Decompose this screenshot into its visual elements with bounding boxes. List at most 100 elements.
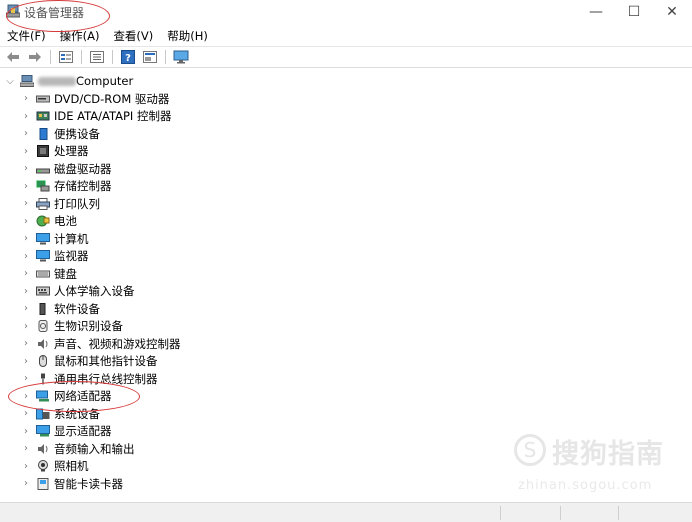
tree-item[interactable]: › 磁盘驱动器: [20, 160, 112, 178]
tree-item-label: 软件设备: [54, 301, 100, 316]
chevron-right-icon[interactable]: ›: [20, 128, 32, 139]
chevron-right-icon[interactable]: ›: [20, 461, 32, 472]
computer-icon: [36, 232, 50, 245]
watermark-logo: S: [514, 434, 546, 466]
tree-item[interactable]: › 打印队列: [20, 195, 100, 213]
close-button[interactable]: ✕: [650, 0, 692, 24]
tree-item-label: 声音、视频和游戏控制器: [54, 336, 181, 351]
tree-item-label: 便携设备: [54, 126, 100, 141]
software-device-icon: [36, 302, 50, 315]
tree-item-label: 键盘: [54, 266, 77, 281]
tree-item-label: 照相机: [54, 459, 89, 474]
hid-icon: [36, 285, 50, 297]
tree-item[interactable]: › 鼠标和其他指针设备: [20, 353, 158, 371]
chevron-right-icon[interactable]: ›: [20, 181, 32, 192]
menu-bar: 文件(F) 操作(A) 查看(V) 帮助(H): [0, 26, 692, 46]
chevron-right-icon[interactable]: ›: [20, 478, 32, 489]
chevron-right-icon[interactable]: ›: [20, 146, 32, 157]
status-bar: [0, 502, 692, 522]
monitor-icon[interactable]: [172, 49, 190, 65]
tree-item[interactable]: › 便携设备: [20, 125, 100, 143]
status-divider: [618, 506, 619, 520]
chevron-right-icon[interactable]: ›: [20, 268, 32, 279]
tree-root[interactable]: ⌵ Computer: [4, 72, 133, 90]
tree-item-label: 磁盘驱动器: [54, 161, 112, 176]
chevron-right-icon[interactable]: ›: [20, 93, 32, 104]
tree-item-label: IDE ATA/ATAPI 控制器: [54, 109, 172, 124]
tree-item[interactable]: › 处理器: [20, 143, 89, 161]
tree-item[interactable]: › 计算机: [20, 230, 89, 248]
tree-item-label: 音频输入和输出: [54, 441, 135, 456]
chevron-right-icon[interactable]: ›: [20, 373, 32, 384]
toolbar-separator: [50, 50, 51, 64]
tree-item-label: DVD/CD-ROM 驱动器: [54, 91, 170, 106]
camera-icon: [36, 460, 50, 472]
chevron-right-icon[interactable]: ›: [20, 426, 32, 437]
storage-controller-icon: [36, 180, 50, 192]
menu-help[interactable]: 帮助(H): [160, 26, 215, 46]
chevron-right-icon[interactable]: ›: [20, 338, 32, 349]
tree-item[interactable]: › 电池: [20, 213, 77, 231]
tree-item[interactable]: › 键盘: [20, 265, 77, 283]
network-adapter-annotation-circle: [8, 381, 140, 412]
speaker-icon: [36, 338, 50, 350]
chevron-right-icon[interactable]: ›: [20, 111, 32, 122]
chevron-right-icon[interactable]: ›: [20, 286, 32, 297]
list-view-icon[interactable]: [88, 49, 106, 65]
tree-item[interactable]: › 生物识别设备: [20, 318, 123, 336]
tree-item-label: 电池: [54, 214, 77, 229]
computer-root-icon: [19, 75, 35, 87]
menu-view[interactable]: 查看(V): [106, 26, 160, 46]
chevron-right-icon[interactable]: ›: [20, 251, 32, 262]
chevron-right-icon[interactable]: ›: [20, 408, 32, 419]
chevron-right-icon[interactable]: ›: [20, 356, 32, 367]
portable-device-icon: [36, 127, 50, 140]
tree-item[interactable]: › 显示适配器: [20, 423, 112, 441]
title-annotation-circle: [6, 0, 110, 32]
chevron-right-icon[interactable]: ›: [20, 163, 32, 174]
keyboard-icon: [36, 268, 50, 280]
svg-text:?: ?: [125, 53, 131, 64]
tree-item[interactable]: › 照相机: [20, 458, 89, 476]
tree-item[interactable]: › 人体学输入设备: [20, 283, 135, 301]
biometric-icon: [36, 320, 50, 333]
properties-icon[interactable]: [57, 49, 75, 65]
toolbar-separator: [112, 50, 113, 64]
tree-item[interactable]: › DVD/CD-ROM 驱动器: [20, 90, 169, 108]
back-arrow-icon[interactable]: [4, 49, 22, 65]
watermark-url: zhinan.sogou.com: [518, 478, 653, 493]
smartcard-reader-icon: [36, 477, 50, 490]
forward-arrow-icon[interactable]: [26, 49, 44, 65]
chevron-right-icon[interactable]: ›: [20, 233, 32, 244]
tree-item-label: 存储控制器: [54, 179, 112, 194]
tree-item-label: 显示适配器: [54, 424, 112, 439]
help-icon[interactable]: ?: [119, 49, 137, 65]
chevron-right-icon[interactable]: ›: [20, 198, 32, 209]
chevron-right-icon[interactable]: ›: [20, 303, 32, 314]
tree-item-label: 智能卡读卡器: [54, 476, 123, 491]
tree-item[interactable]: › 存储控制器: [20, 178, 112, 196]
battery-icon: [36, 215, 50, 227]
toolbar: ?: [0, 46, 692, 68]
tree-item[interactable]: › 智能卡读卡器: [20, 475, 123, 493]
scan-hardware-icon[interactable]: [141, 49, 159, 65]
tree-item-label: 计算机: [54, 231, 89, 246]
display-adapter-icon: [36, 425, 50, 437]
tree-item[interactable]: › 音频输入和输出: [20, 440, 135, 458]
dvd-drive-icon: [36, 93, 50, 105]
chevron-right-icon[interactable]: ›: [20, 321, 32, 332]
root-label: Computer: [38, 74, 133, 88]
tree-item[interactable]: › 监视器: [20, 248, 89, 266]
tree-item[interactable]: › IDE ATA/ATAPI 控制器: [20, 108, 171, 126]
toolbar-separator: [81, 50, 82, 64]
status-divider: [500, 506, 501, 520]
tree-item[interactable]: › 声音、视频和游戏控制器: [20, 335, 181, 353]
tree-item[interactable]: › 软件设备: [20, 300, 100, 318]
processor-icon: [36, 145, 50, 158]
chevron-right-icon[interactable]: ›: [20, 443, 32, 454]
chevron-down-icon[interactable]: ⌵: [4, 76, 16, 87]
mouse-icon: [36, 355, 50, 368]
tree-item-label: 打印队列: [54, 196, 100, 211]
tree-item-label: 人体学输入设备: [54, 284, 135, 299]
chevron-right-icon[interactable]: ›: [20, 216, 32, 227]
